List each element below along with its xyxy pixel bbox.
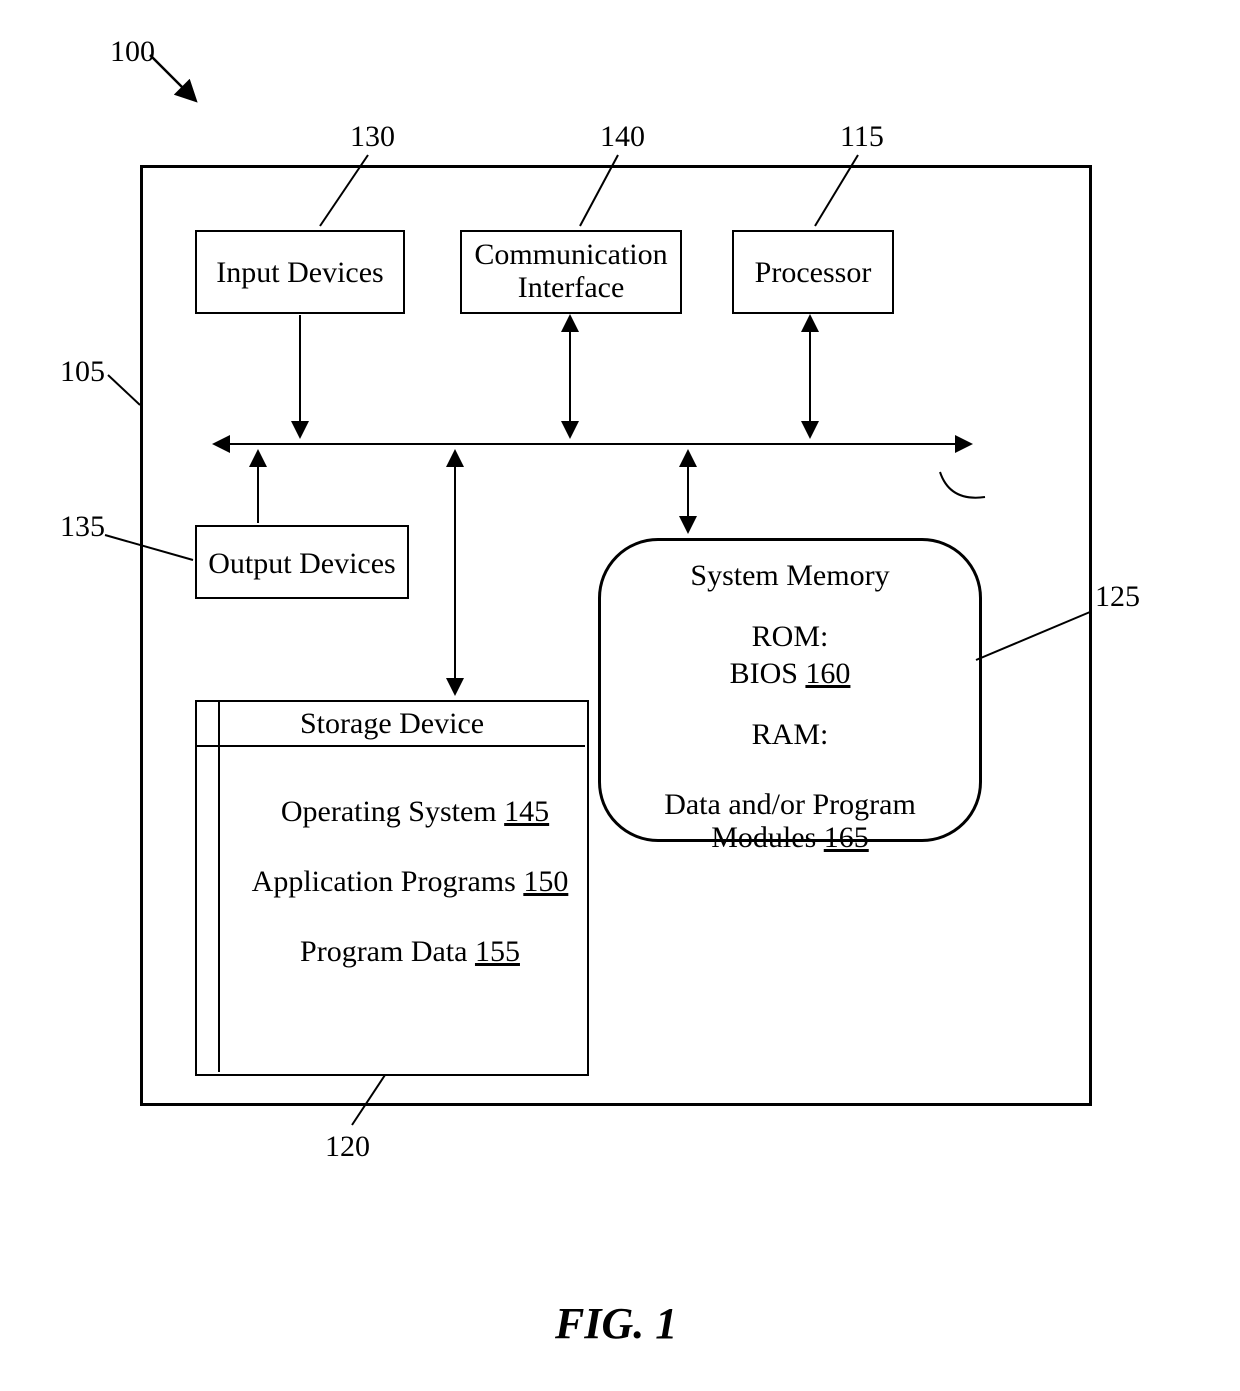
connectors — [0, 0, 1240, 1391]
